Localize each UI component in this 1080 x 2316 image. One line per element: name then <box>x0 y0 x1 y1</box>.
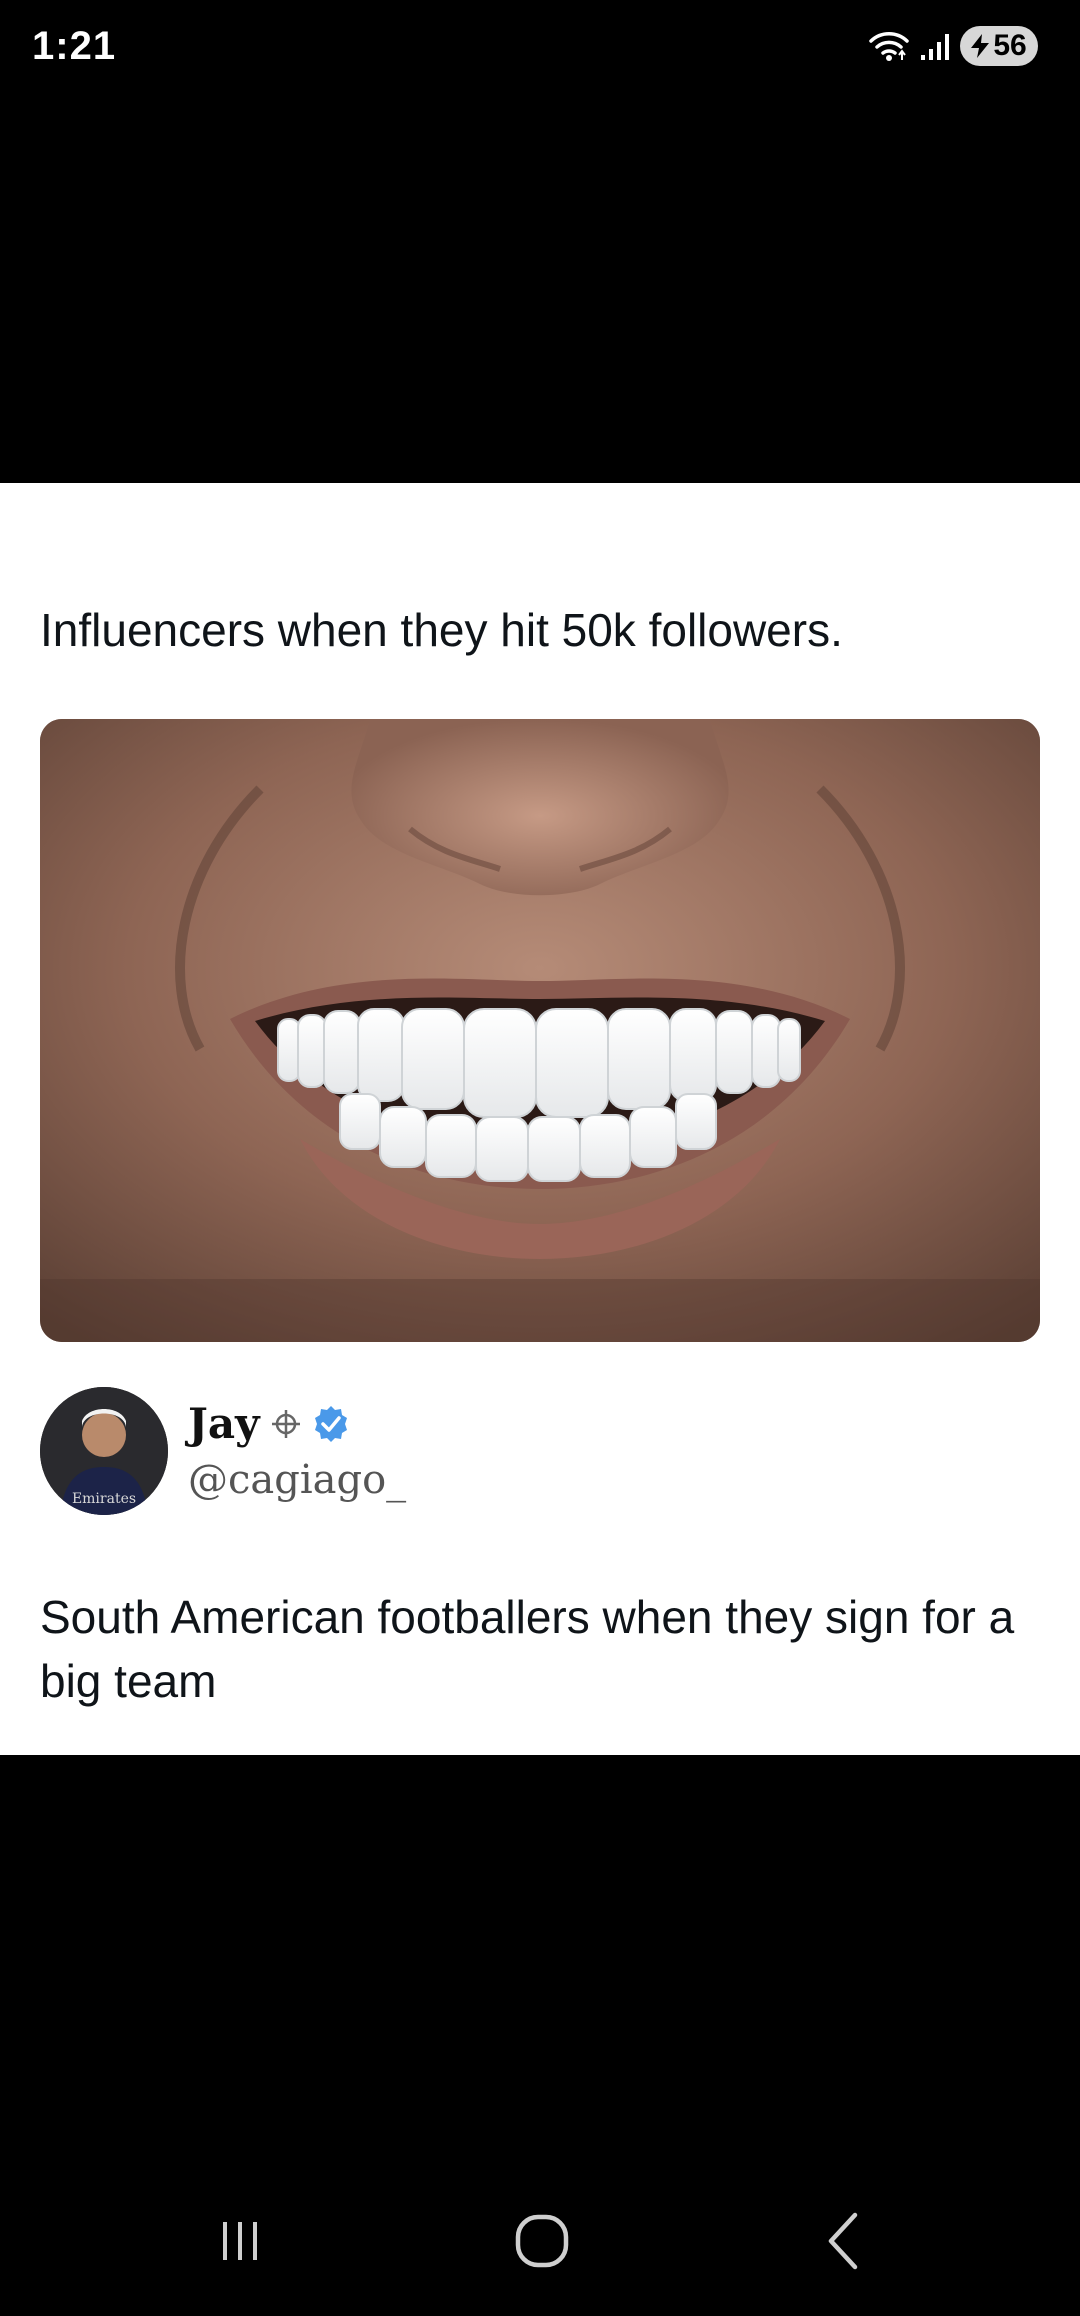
name-row: Jay <box>188 1399 350 1448</box>
tweet-text: South American footballers when they sig… <box>40 1591 1015 1707</box>
post-caption: Influencers when they hit 50k followers. <box>40 604 843 656</box>
display-name: Jay <box>188 1399 260 1448</box>
home-icon <box>514 2213 570 2269</box>
svg-text:Emirates: Emirates <box>72 1491 136 1507</box>
battery-level: 56 <box>993 29 1027 62</box>
wifi-icon <box>868 29 910 63</box>
handle: @cagiago_ <box>188 1457 407 1503</box>
recent-apps-icon <box>215 2216 265 2266</box>
recent-apps-button[interactable] <box>180 2186 300 2296</box>
crosshair-icon <box>270 1408 302 1440</box>
avatar[interactable]: Emirates <box>40 1387 168 1515</box>
back-button[interactable] <box>784 2186 904 2296</box>
meme-image[interactable] <box>40 719 1040 1342</box>
tweet-author[interactable]: Emirates Jay @cagiago_ <box>40 1387 1040 1519</box>
status-bar: 1:21 56 <box>0 0 1080 100</box>
battery-charging-icon <box>969 33 991 59</box>
signal-icon <box>920 31 950 61</box>
battery-indicator: 56 <box>960 26 1038 66</box>
status-icons: 56 <box>868 26 1038 66</box>
back-icon <box>819 2211 869 2271</box>
post-card: Influencers when they hit 50k followers. <box>0 483 1080 1755</box>
home-button[interactable] <box>482 2186 602 2296</box>
status-time: 1:21 <box>32 24 117 68</box>
verified-badge-icon <box>312 1405 350 1443</box>
navigation-bar <box>0 2186 1080 2296</box>
